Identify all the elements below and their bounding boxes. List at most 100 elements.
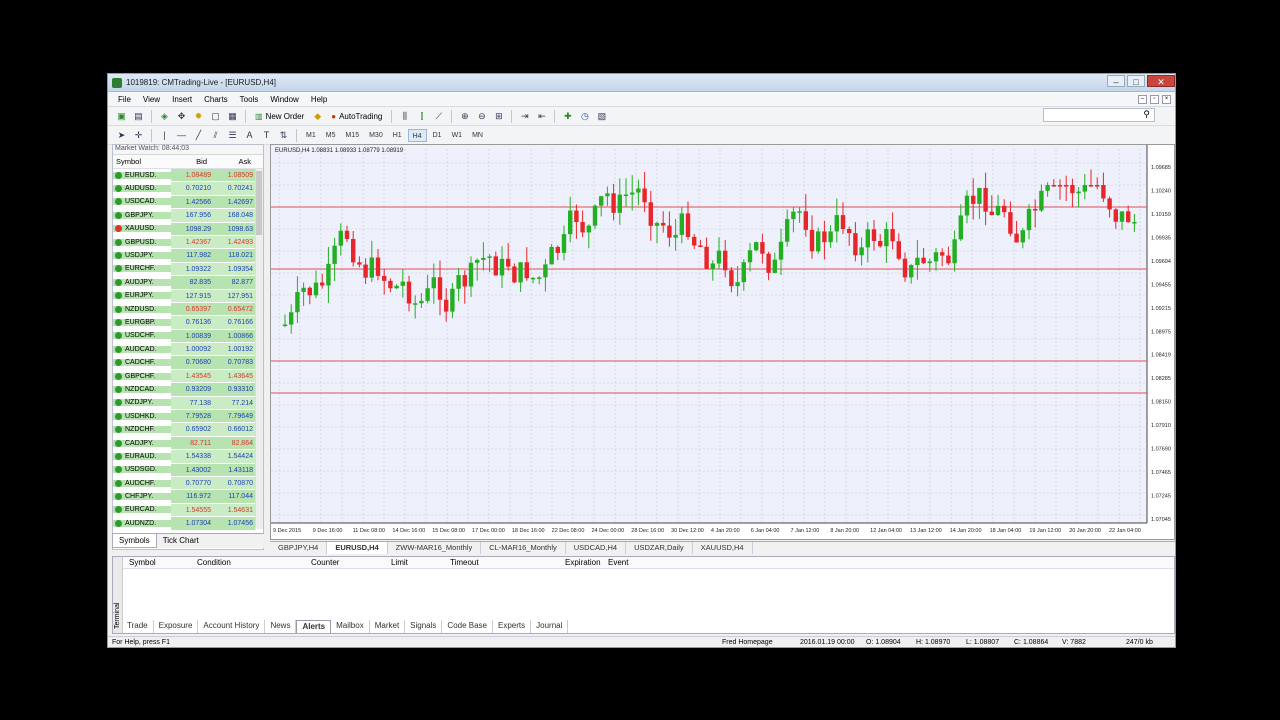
label-icon[interactable]: T xyxy=(259,128,274,143)
tab-signals[interactable]: Signals xyxy=(405,620,443,633)
market-watch-row[interactable]: USDCAD. 1.42566 1.42697 xyxy=(113,195,263,210)
data-window-icon[interactable]: ✥ xyxy=(174,109,189,124)
navigator-icon[interactable]: ✹ xyxy=(191,109,206,124)
symbol-cell[interactable]: USDSGD. xyxy=(113,466,171,474)
market-watch-row[interactable]: USDSGD. 1.43002 1.43118 xyxy=(113,463,263,477)
tab-alerts[interactable]: Alerts xyxy=(296,620,332,633)
search-icon[interactable]: ⚲ xyxy=(1143,109,1150,120)
chart-tab-usdzar[interactable]: USDZAR,Daily xyxy=(626,542,693,554)
symbol-cell[interactable]: XAUUSD. xyxy=(113,225,171,233)
symbol-cell[interactable]: EURUSD. xyxy=(113,171,171,179)
market-watch-row[interactable]: CHFJPY. 116.972 117.044 xyxy=(113,490,263,504)
col-limit[interactable]: Limit xyxy=(391,558,408,567)
menu-window[interactable]: Window xyxy=(264,95,304,104)
maximize-button[interactable]: □ xyxy=(1127,75,1145,87)
market-watch-row[interactable]: XAUUSD. 1098.29 1098.63 xyxy=(113,222,263,236)
market-watch-row[interactable]: USDJPY. 117.982 118.021 xyxy=(113,249,263,263)
timeframe-h4[interactable]: H4 xyxy=(407,128,427,142)
col-timeout[interactable]: Timeout xyxy=(450,558,479,567)
zoom-in-icon[interactable]: ⊕ xyxy=(457,109,472,124)
timeframe-m1[interactable]: M1 xyxy=(302,129,320,142)
symbol-cell[interactable]: CADJPY. xyxy=(113,439,171,447)
market-watch-row[interactable]: EURUSD. 1.08489 1.08509 xyxy=(113,169,263,183)
market-watch-row[interactable]: AUDNZD. 1.07304 1.07456 xyxy=(113,517,263,531)
search-input[interactable] xyxy=(1043,108,1155,122)
col-expiration[interactable]: Expiration xyxy=(565,558,601,567)
chart-tab-eurusd[interactable]: EURUSD,H4 xyxy=(327,542,388,554)
templates-icon[interactable]: ▧ xyxy=(594,109,609,124)
tab-code-base[interactable]: Code Base xyxy=(442,620,494,633)
text-icon[interactable]: A xyxy=(242,128,257,143)
market-watch-row[interactable]: NZDJPY. 77.138 77.214 xyxy=(113,396,263,411)
market-watch-row[interactable]: EURGBP. 0.76136 0.76166 xyxy=(113,316,263,330)
timeframe-w1[interactable]: W1 xyxy=(448,129,467,142)
tab-symbols[interactable]: Symbols xyxy=(112,534,157,548)
child-restore-button[interactable]: ▫ xyxy=(1150,94,1159,104)
market-watch-row[interactable]: CADCHF. 0.70680 0.70783 xyxy=(113,356,263,370)
tab-tick-chart[interactable]: Tick Chart xyxy=(157,534,205,548)
title-bar[interactable]: 1019819: CMTrading-Live - [EURUSD,H4] – … xyxy=(108,74,1175,92)
bid-column-header[interactable]: Bid xyxy=(171,157,213,166)
symbol-cell[interactable]: CADCHF. xyxy=(113,359,171,367)
tab-experts[interactable]: Experts xyxy=(493,620,532,633)
symbol-cell[interactable]: USDHKD. xyxy=(113,412,171,420)
crosshair-icon[interactable]: ✛ xyxy=(131,128,146,143)
menu-file[interactable]: File xyxy=(112,95,137,104)
market-watch-row[interactable]: AUDUSD. 0.70210 0.70241 xyxy=(113,182,263,196)
menu-tools[interactable]: Tools xyxy=(234,95,265,104)
symbol-cell[interactable]: AUDCHF. xyxy=(113,479,171,487)
new-chart-icon[interactable]: ▣ xyxy=(114,109,129,124)
child-close-button[interactable]: × xyxy=(1162,94,1171,104)
chart-tab-usdcad[interactable]: USDCAD,H4 xyxy=(566,542,627,554)
metaeditor-icon[interactable]: ◆ xyxy=(310,109,325,124)
symbol-cell[interactable]: USDJPY. xyxy=(113,252,171,260)
symbol-cell[interactable]: NZDCHF. xyxy=(113,426,171,434)
periods-icon[interactable]: ◷ xyxy=(577,109,592,124)
col-symbol[interactable]: Symbol xyxy=(129,558,156,567)
market-watch-row[interactable]: GBPJPY. 167.956 168.048 xyxy=(113,209,263,223)
timeframe-mn[interactable]: MN xyxy=(468,129,487,142)
market-watch-row[interactable]: EURJPY. 127.915 127.951 xyxy=(113,289,263,303)
zoom-out-icon[interactable]: ⊖ xyxy=(474,109,489,124)
trendline-icon[interactable]: ╱ xyxy=(191,128,206,143)
market-watch-row[interactable]: GBPUSD. 1.42367 1.42493 xyxy=(113,235,263,250)
vertical-line-icon[interactable]: | xyxy=(157,128,172,143)
symbol-cell[interactable]: GBPCHF. xyxy=(113,372,171,380)
market-watch-row[interactable]: AUDCAD. 1.00092 1.00192 xyxy=(113,343,263,357)
symbol-cell[interactable]: GBPUSD. xyxy=(113,238,171,246)
tab-journal[interactable]: Journal xyxy=(531,620,569,633)
market-watch-row[interactable]: AUDCHF. 0.70770 0.70870 xyxy=(113,476,263,491)
cursor-icon[interactable]: ➤ xyxy=(114,128,129,143)
market-watch-row[interactable]: GBPCHF. 1.43545 1.43645 xyxy=(113,369,263,384)
market-watch-row[interactable]: EURCAD. 1.54555 1.54631 xyxy=(113,503,263,518)
child-minimize-button[interactable]: – xyxy=(1138,94,1147,104)
channel-icon[interactable]: ⫽ xyxy=(208,128,223,143)
tab-market[interactable]: Market xyxy=(370,620,406,633)
minimize-button[interactable]: – xyxy=(1107,75,1125,87)
market-watch-row[interactable]: AUDJPY. 82.835 82.877 xyxy=(113,276,263,290)
chart-tab-gbpjpy[interactable]: GBPJPY,H4 xyxy=(270,542,328,554)
market-watch-row[interactable]: USDHKD. 7.79528 7.79649 xyxy=(113,410,263,424)
chart-window[interactable]: EURUSD,H4 1.08831 1.08933 1.08779 1.0891… xyxy=(270,144,1175,540)
symbol-cell[interactable]: GBPJPY. xyxy=(113,211,171,219)
tab-account-history[interactable]: Account History xyxy=(198,620,266,633)
symbol-column-header[interactable]: Symbol xyxy=(113,157,171,166)
auto-scroll-icon[interactable]: ⇥ xyxy=(517,109,532,124)
ask-column-header[interactable]: Ask xyxy=(213,157,255,166)
timeframe-h1[interactable]: H1 xyxy=(389,129,406,142)
indicators-icon[interactable]: ✚ xyxy=(560,109,575,124)
tab-exposure[interactable]: Exposure xyxy=(154,620,199,633)
symbol-cell[interactable]: AUDNZD. xyxy=(113,519,171,527)
new-order-button[interactable]: ▥ New Order xyxy=(251,109,308,124)
horizontal-line-icon[interactable]: — xyxy=(174,128,189,143)
symbol-cell[interactable]: USDCAD. xyxy=(113,198,171,206)
bar-chart-icon[interactable]: ⫼ xyxy=(397,109,412,124)
market-watch-row[interactable]: NZDCAD. 0.93209 0.93310 xyxy=(113,383,263,397)
price-chart[interactable]: 1.09685 1.10240 1.10159 1.09935 1.09694 1.094… xyxy=(271,145,1176,541)
chart-tab-xauusd[interactable]: XAUUSD,H4 xyxy=(693,542,753,554)
menu-help[interactable]: Help xyxy=(305,95,333,104)
market-watch-row[interactable]: NZDUSD. 0.65397 0.65472 xyxy=(113,302,263,317)
symbol-cell[interactable]: EURJPY. xyxy=(113,292,171,300)
strategy-tester-icon[interactable]: ▦ xyxy=(225,109,240,124)
chart-tab-zww[interactable]: ZWW-MAR16_Monthly xyxy=(388,542,482,554)
